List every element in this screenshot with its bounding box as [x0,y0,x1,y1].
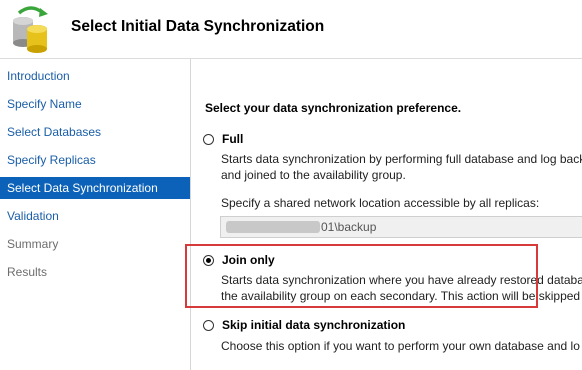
full-label: Full [222,132,244,146]
redacted-text [226,221,320,233]
section-heading: Select your data synchronization prefere… [205,101,462,115]
network-location-value: 01\backup [321,220,377,234]
sidebar-item-results: Results [7,265,48,279]
network-location-input[interactable]: 01\backup [220,216,582,238]
join-only-option[interactable]: Join only [203,253,275,267]
sidebar-item-introduction[interactable]: Introduction [0,65,190,87]
sidebar-item-summary: Summary [7,237,59,251]
database-sync-icon [13,6,48,53]
full-radio[interactable] [203,133,214,145]
skip-label: Skip initial data synchronization [222,318,406,332]
skip-description-line-1: Choose this option if you want to perfor… [221,339,580,353]
join-only-radio[interactable] [203,254,214,266]
sidebar-item-specify-replicas[interactable]: Specify Replicas [0,149,190,171]
page-title: Select Initial Data Synchronization [71,18,325,35]
wizard-sidebar: Introduction Specify Name Select Databas… [0,59,191,370]
join-only-label: Join only [222,253,275,267]
main-content: Select your data synchronization prefere… [191,59,582,370]
skip-option[interactable]: Skip initial data synchronization [203,318,405,332]
sidebar-item-specify-name[interactable]: Specify Name [0,93,190,115]
full-description-line-1: Starts data synchronization by performin… [221,152,582,166]
header: Select Initial Data Synchronization [0,0,582,59]
full-option[interactable]: Full [203,132,243,146]
join-only-description-line-1: Starts data synchronization where you ha… [221,273,582,287]
sidebar-item-select-databases[interactable]: Select Databases [0,121,190,143]
skip-radio[interactable] [203,319,214,331]
join-only-description-line-2: the availability group on each secondary… [221,289,582,303]
sidebar-item-select-data-synchronization[interactable]: Select Data Synchronization [0,177,190,199]
sidebar-item-validation[interactable]: Validation [0,205,190,227]
full-description-line-2: and joined to the availability group. [221,168,406,182]
network-location-label: Specify a shared network location access… [221,196,540,210]
